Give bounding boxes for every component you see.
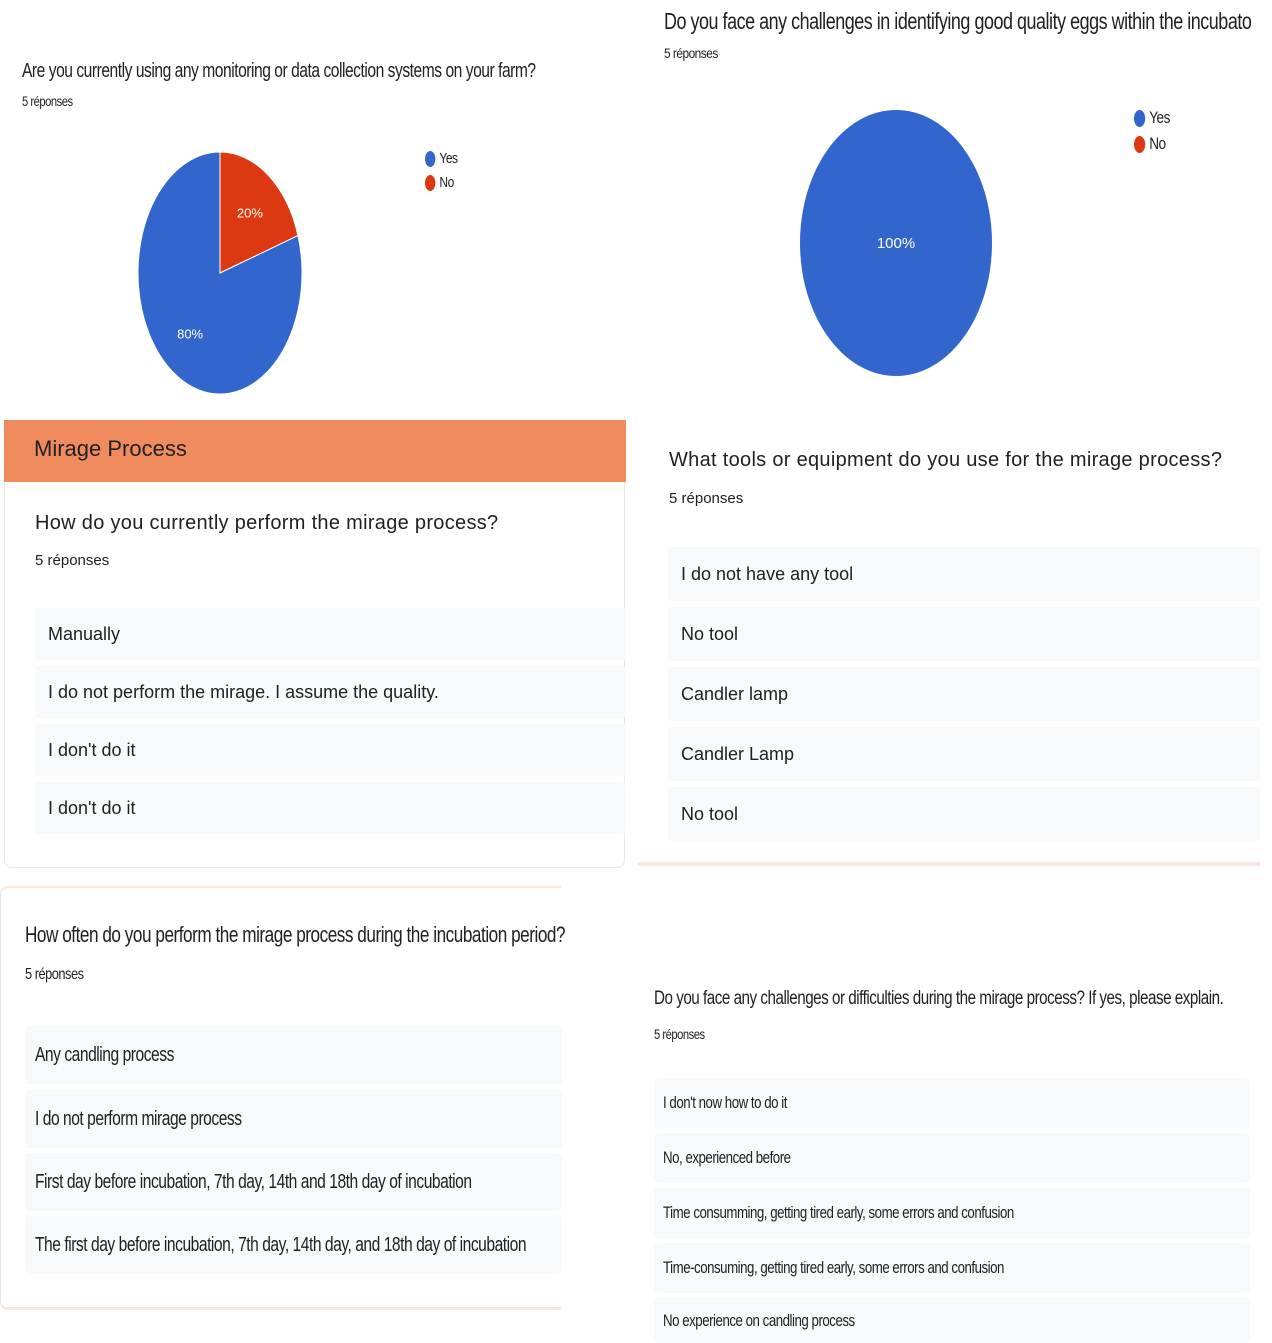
legend-label: No [1149, 134, 1166, 153]
response-text: I do not perform mirage process [35, 1107, 242, 1130]
tools-question-card: What tools or equipment do you use for t… [638, 420, 1260, 868]
legend-label: Yes [1149, 108, 1170, 127]
legend-dot-icon [425, 151, 436, 168]
question-title: How do you currently perform the mirage … [35, 512, 499, 534]
legend-item-yes[interactable]: Yes [1134, 108, 1170, 128]
response-count: 5 réponses [654, 1026, 705, 1042]
response-text: Time consumming, getting tired early, so… [663, 1203, 1014, 1222]
response-text: No experience on candling process [663, 1310, 855, 1330]
slice-label: 80% [177, 327, 203, 342]
chart-legend: Yes No [1134, 108, 1179, 154]
legend-item-no[interactable]: No [1134, 134, 1170, 154]
pie-chart: 20% 80% [137, 151, 303, 395]
challenges-question-card: Do you face any challenges or difficulti… [640, 960, 1260, 1343]
slice-label: 20% [237, 205, 263, 220]
response-count: 5 réponses [22, 93, 73, 109]
legend-dot-icon [425, 175, 436, 192]
response-item: I don't now how to do it [654, 1078, 1250, 1128]
frequency-question-card: How often do you perform the mirage proc… [0, 886, 566, 1310]
response-item: Any candling process [25, 1026, 562, 1084]
response-item: Time-consuming, getting tired early, som… [654, 1243, 1250, 1293]
chart-title: Do you face any challenges in identifyin… [664, 8, 1252, 34]
legend-item-yes[interactable]: Yes [425, 150, 458, 168]
response-text: I don't now how to do it [663, 1093, 787, 1112]
legend-dot-icon [1134, 136, 1146, 154]
section-header: Mirage Process [4, 420, 626, 482]
response-item: No, experienced before [654, 1133, 1250, 1183]
response-count: 5 réponses [664, 45, 718, 61]
response-item: Candler Lamp [668, 727, 1260, 781]
question-title: What tools or equipment do you use for t… [669, 449, 1223, 471]
legend-label: Yes [439, 150, 458, 167]
section-title: Mirage Process [34, 436, 187, 461]
slice-label: 100% [877, 235, 915, 252]
response-item: I do not perform the mirage. I assume th… [35, 666, 626, 718]
mirage-process-card: Mirage Process How do you currently perf… [4, 420, 626, 868]
response-text: No, experienced before [663, 1148, 791, 1167]
response-item: No experience on candling process [654, 1298, 1250, 1343]
response-item: No tool [668, 787, 1260, 841]
response-item: The first day before incubation, 7th day… [25, 1216, 562, 1274]
chart-title: Are you currently using any monitoring o… [22, 60, 536, 82]
response-text: Time-consuming, getting tired early, som… [663, 1258, 1004, 1277]
chart-legend: Yes No [425, 150, 466, 192]
response-item: I don't do it [35, 782, 626, 834]
response-count: 5 réponses [669, 490, 744, 507]
response-text: The first day before incubation, 7th day… [35, 1233, 527, 1256]
legend-label: No [439, 174, 454, 192]
question-title: How often do you perform the mirage proc… [25, 922, 566, 947]
response-item: First day before incubation, 7th day, 14… [25, 1153, 562, 1211]
card-divider [638, 862, 1260, 866]
response-item: I don't do it [35, 724, 626, 776]
response-item: I do not perform mirage process [25, 1090, 562, 1148]
legend-dot-icon [1134, 110, 1146, 128]
response-item: Manually [35, 608, 626, 660]
response-item: I do not have any tool [668, 547, 1260, 601]
response-count: 5 réponses [25, 966, 84, 983]
pie-chart: 100% [800, 110, 992, 376]
response-count: 5 réponses [35, 552, 110, 569]
response-item: Time consumming, getting tired early, so… [654, 1188, 1250, 1238]
response-item: Candler lamp [668, 667, 1260, 721]
legend-item-no[interactable]: No [425, 174, 458, 192]
response-item: No tool [668, 607, 1260, 661]
response-text: Any candling process [35, 1043, 174, 1066]
question-title: Do you face any challenges or difficulti… [654, 988, 1224, 1009]
response-text: First day before incubation, 7th day, 14… [35, 1170, 472, 1193]
